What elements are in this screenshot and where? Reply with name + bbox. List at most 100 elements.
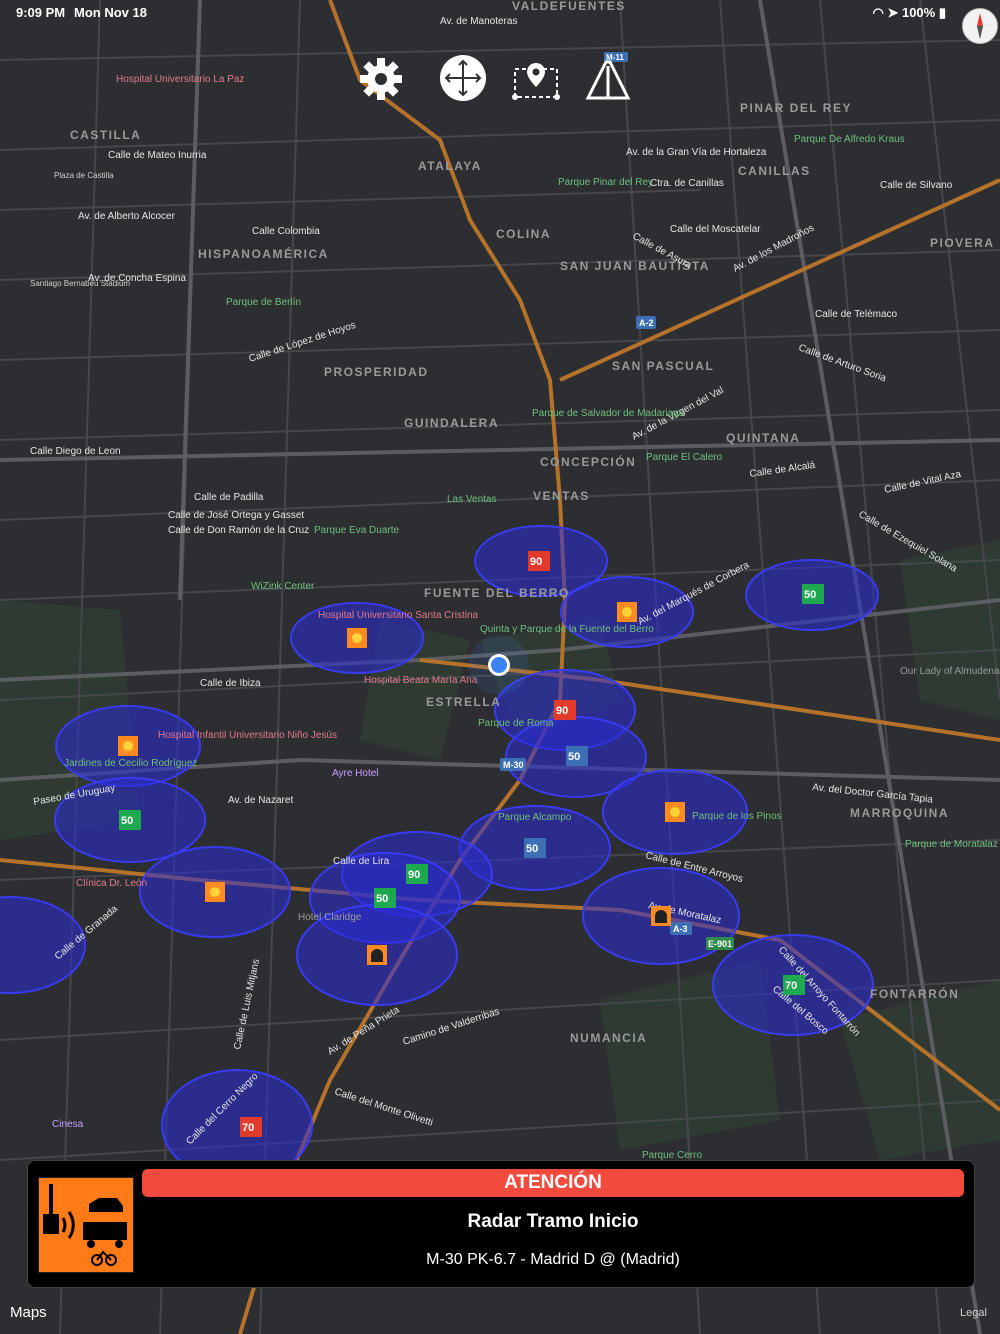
maps-attribution: Maps	[10, 1304, 47, 1321]
district-label: GUINDALERA	[404, 416, 499, 430]
place-label: Parque de Roma	[478, 718, 554, 729]
svg-text:90: 90	[408, 869, 420, 881]
settings-button[interactable]	[355, 53, 407, 105]
road-shield: A-3	[673, 924, 688, 934]
battery-percent: 100%	[901, 5, 936, 20]
place-label: Las Ventas	[447, 494, 496, 505]
camera-marker[interactable]: 50	[802, 584, 824, 604]
district-label: FONTARRÓN	[870, 986, 959, 1001]
street-label: Calle de Silvano	[880, 180, 953, 191]
district-label: PROSPERIDAD	[324, 365, 429, 379]
place-label: Plaza de Castilla	[54, 171, 114, 180]
alert-panel[interactable]: ATENCIÓN Radar Tramo Inicio M-30 PK-6.7 …	[27, 1160, 975, 1288]
wifi-icon: ◠	[872, 5, 884, 20]
place-label: Hospital Universitario La Paz	[116, 74, 244, 85]
svg-text:90: 90	[556, 705, 568, 717]
move-arrows-icon	[440, 55, 486, 101]
road-perspective-icon: M-11	[585, 52, 631, 100]
location-arrow-icon: ➤	[887, 5, 899, 20]
street-label: Calle de Ibiza	[200, 678, 261, 689]
place-label: Parque de Berlín	[226, 297, 301, 308]
street-label: Ctra. de Canillas	[650, 178, 724, 189]
place-label: Parque El Calero	[646, 452, 723, 463]
camera-marker[interactable]: 50	[566, 746, 588, 766]
district-label: ATALAYA	[418, 159, 482, 173]
traffic-light-icon[interactable]	[118, 736, 138, 756]
road-view-button[interactable]: M-11	[582, 52, 634, 104]
place-label: Hospital Universitario Santa Cristina	[318, 610, 479, 621]
district-label: ESTRELLA	[426, 695, 501, 709]
district-label: CONCEPCIÓN	[540, 454, 636, 469]
street-label: Calle Diego de Leon	[30, 446, 121, 457]
status-date: Mon Nov 18	[74, 5, 147, 20]
street-label: Calle de Padilla	[194, 492, 264, 503]
district-label: VENTAS	[533, 489, 590, 503]
route-pin-icon	[512, 63, 560, 100]
camera-marker[interactable]: 50	[524, 838, 546, 858]
place-label: Parque De Alfredo Kraus	[794, 134, 905, 145]
route-button[interactable]	[510, 54, 562, 106]
compass-icon[interactable]	[962, 8, 998, 44]
district-label: PIOVERA	[930, 236, 995, 250]
street-label: Calle de Mateo Inurria	[108, 150, 207, 161]
alert-subtitle: M-30 PK-6.7 - Madrid D @ (Madrid)	[426, 1251, 680, 1268]
traffic-light-icon[interactable]	[665, 802, 685, 822]
place-label: Parque de Moratalaz	[905, 839, 998, 850]
street-label: Calle de Don Ramón de la Cruz	[168, 525, 309, 536]
svg-text:50: 50	[376, 893, 388, 905]
district-label: QUINTANA	[726, 431, 800, 445]
district-label: PINAR DEL REY	[740, 101, 852, 115]
street-label: Calle de Telémaco	[815, 309, 898, 320]
tunnel-icon[interactable]	[367, 945, 387, 965]
camera-marker[interactable]: 50	[374, 888, 396, 908]
place-label: Parque de Salvador de Madariaga	[532, 408, 685, 419]
place-label: Jardines de Cecilio Rodríguez	[64, 758, 197, 769]
gear-icon	[360, 58, 402, 100]
status-battery: ◠ ➤ 100% ▮	[872, 5, 946, 21]
street-label: Calle Colombia	[252, 226, 320, 237]
street-label: Av. de la Gran Vía de Hortaleza	[626, 147, 767, 158]
district-label: FUENTE DEL BERRO	[424, 586, 570, 600]
road-shield: A-2	[639, 318, 654, 328]
map-view[interactable]: VALDEFUENTES CASTILLA ATALAYA PINAR DEL …	[0, 0, 1000, 1334]
district-label: CANILLAS	[738, 164, 811, 178]
place-label: Our Lady of Almudena Cemetery	[900, 666, 1000, 677]
camera-marker[interactable]: 90	[554, 700, 576, 720]
traffic-light-icon[interactable]	[205, 882, 225, 902]
camera-marker[interactable]: 50	[119, 810, 141, 830]
speed-radar-icon	[38, 1177, 134, 1273]
district-label: COLINA	[496, 227, 551, 241]
tunnel-icon[interactable]	[651, 906, 671, 926]
place-label: Quinta y Parque de la Fuente del Berro	[480, 624, 654, 635]
place-label: Santiago Bernabéu Stadium	[30, 279, 130, 288]
traffic-light-icon[interactable]	[347, 628, 367, 648]
place-label: Parque Alcampo	[498, 812, 572, 823]
place-label: Hotel Claridge	[298, 912, 362, 923]
legal-link[interactable]: Legal	[960, 1307, 987, 1319]
camera-marker[interactable]: 70	[783, 975, 805, 995]
street-label: Av. de Alberto Alcocer	[78, 211, 176, 222]
svg-text:50: 50	[568, 751, 580, 763]
svg-text:70: 70	[242, 1122, 254, 1134]
alert-title: Radar Tramo Inicio	[467, 1211, 639, 1232]
svg-text:50: 50	[121, 815, 133, 827]
camera-marker[interactable]: 90	[528, 551, 550, 571]
user-location-dot	[469, 635, 529, 695]
camera-marker[interactable]: 70	[240, 1117, 262, 1137]
alert-banner: ATENCIÓN	[142, 1169, 964, 1197]
battery-icon: ▮	[938, 5, 946, 20]
camera-marker[interactable]: 90	[406, 864, 428, 884]
district-label: MARROQUINA	[850, 806, 949, 820]
place-label: Clínica Dr. León	[76, 878, 147, 889]
place-label: Hospital Infantil Universitario Niño Jes…	[158, 730, 337, 741]
place-label: Ayre Hotel	[332, 768, 379, 779]
traffic-light-icon[interactable]	[617, 602, 637, 622]
street-label: Calle del Moscatelar	[670, 224, 761, 235]
street-label: Av. de Nazaret	[228, 795, 293, 806]
place-label: Parque Pinar del Rey	[558, 177, 653, 188]
district-label: NUMANCIA	[570, 1031, 647, 1045]
recenter-button[interactable]	[437, 52, 489, 104]
road-shield: M-30	[503, 760, 524, 770]
place-label: Parque de los Pinos	[692, 811, 782, 822]
district-label: SAN PASCUAL	[612, 359, 714, 373]
